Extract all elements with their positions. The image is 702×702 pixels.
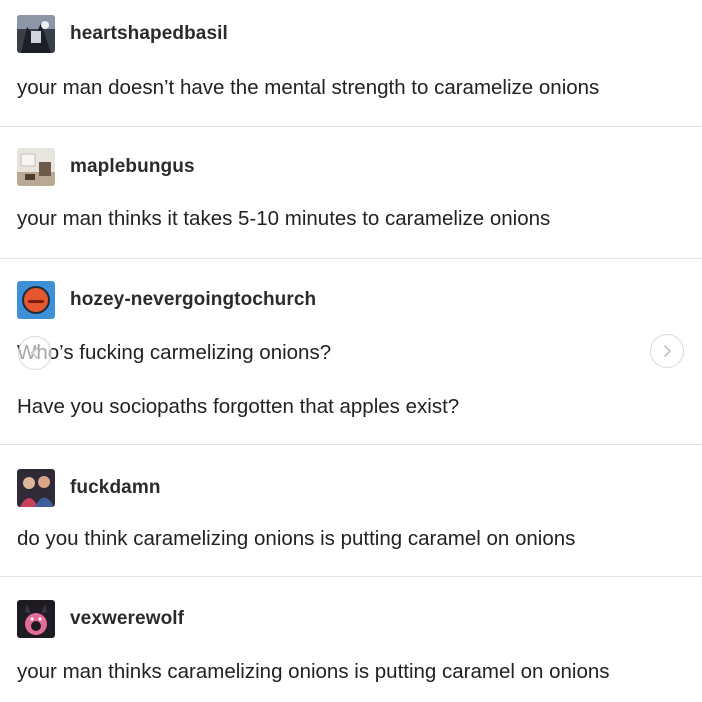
dark-photo-avatar-icon <box>17 15 55 53</box>
orange-face-avatar-icon <box>17 281 55 319</box>
avatar[interactable] <box>17 600 55 638</box>
post-vexwerewolf: vexwerewolf your man thinks caramelizing… <box>0 577 702 702</box>
username[interactable]: vexwerewolf <box>70 608 184 630</box>
two-people-avatar-icon <box>17 469 55 507</box>
username[interactable]: heartshapedbasil <box>70 23 228 45</box>
avatar[interactable] <box>17 148 55 186</box>
post-header: hozey-nevergoingtochurch <box>17 281 316 319</box>
previous-button[interactable] <box>18 336 52 370</box>
avatar[interactable] <box>17 15 55 53</box>
next-button[interactable] <box>650 334 684 368</box>
reblog-thread: heartshapedbasil your man doesn’t have t… <box>0 0 702 702</box>
post-header: maplebungus <box>17 148 195 186</box>
avatar[interactable] <box>17 281 55 319</box>
chevron-left-icon <box>31 347 38 359</box>
post-fuckdamn: fuckdamn do you think caramelizing onion… <box>0 445 702 576</box>
post-header: heartshapedbasil <box>17 15 228 53</box>
post-heartshapedbasil: heartshapedbasil your man doesn’t have t… <box>0 0 702 126</box>
post-text: Who’s fucking carmelizing onions? <box>17 341 332 364</box>
post-text: do you think caramelizing onions is putt… <box>17 527 576 550</box>
username[interactable]: fuckdamn <box>70 477 161 499</box>
post-text: Have you sociopaths forgotten that apple… <box>17 395 460 418</box>
post-maplebungus: maplebungus your man thinks it takes 5-1… <box>0 127 702 258</box>
pink-creature-avatar-icon <box>17 600 55 638</box>
room-photo-avatar-icon <box>17 148 55 186</box>
post-text: your man doesn’t have the mental strengt… <box>17 76 600 99</box>
username[interactable]: hozey-nevergoingtochurch <box>70 289 316 311</box>
avatar[interactable] <box>17 469 55 507</box>
post-text: your man thinks caramelizing onions is p… <box>17 660 610 683</box>
post-header: vexwerewolf <box>17 600 184 638</box>
chevron-right-icon <box>664 345 671 357</box>
post-hozey-nevergoingtochurch: hozey-nevergoingtochurch Who’s fucking c… <box>0 259 702 444</box>
username[interactable]: maplebungus <box>70 156 195 178</box>
post-header: fuckdamn <box>17 469 161 507</box>
post-text: your man thinks it takes 5-10 minutes to… <box>17 207 551 230</box>
